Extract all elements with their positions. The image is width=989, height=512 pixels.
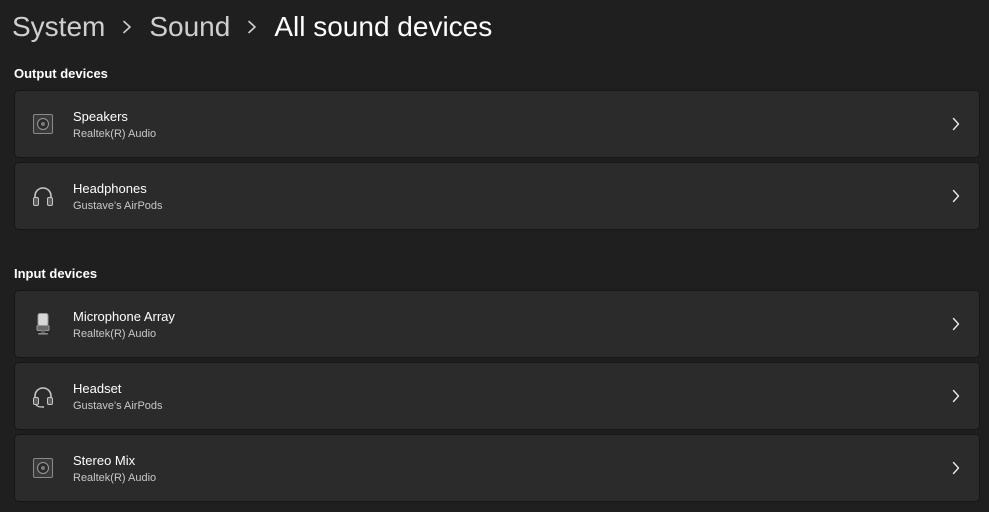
breadcrumb-sound[interactable]: Sound: [149, 11, 230, 43]
microphone-icon: [31, 312, 55, 336]
device-item-headphones[interactable]: Headphones Gustave's AirPods: [15, 163, 979, 229]
device-item-headset[interactable]: Headset Gustave's AirPods: [15, 363, 979, 429]
device-name: Stereo Mix: [73, 453, 136, 468]
output-device-list: Speakers Realtek(R) Audio Headphones Gus…: [15, 91, 979, 235]
speaker-icon: [31, 456, 55, 480]
device-subtitle: Realtek(R) Audio: [73, 472, 157, 484]
chevron-right-icon: [105, 8, 149, 46]
device-subtitle: Realtek(R) Audio: [73, 328, 157, 340]
chevron-right-icon: [951, 461, 961, 475]
chevron-right-icon: [951, 189, 961, 203]
device-item-speakers[interactable]: Speakers Realtek(R) Audio: [15, 91, 979, 157]
headphones-icon: [31, 184, 55, 208]
breadcrumb-system[interactable]: System: [12, 11, 105, 43]
chevron-right-icon: [230, 8, 274, 46]
output-devices-heading: Output devices: [14, 66, 108, 81]
device-item-microphone-array[interactable]: Microphone Array Realtek(R) Audio: [15, 291, 979, 357]
headset-icon: [31, 384, 55, 408]
breadcrumb: System Sound All sound devices: [12, 8, 492, 46]
device-item-stereo-mix[interactable]: Stereo Mix Realtek(R) Audio: [15, 435, 979, 501]
input-device-list: Microphone Array Realtek(R) Audio Headse…: [15, 291, 979, 507]
speaker-icon: [31, 112, 55, 136]
input-devices-heading: Input devices: [14, 266, 98, 281]
device-subtitle: Realtek(R) Audio: [73, 128, 157, 140]
device-subtitle: Gustave's AirPods: [73, 400, 163, 412]
device-name: Headset: [73, 381, 122, 396]
device-subtitle: Gustave's AirPods: [73, 200, 163, 212]
chevron-right-icon: [951, 117, 961, 131]
page-title: All sound devices: [274, 11, 493, 42]
device-name: Microphone Array: [73, 309, 175, 324]
chevron-right-icon: [951, 389, 961, 403]
chevron-right-icon: [951, 317, 961, 331]
device-name: Speakers: [73, 109, 128, 124]
device-name: Headphones: [73, 181, 147, 196]
